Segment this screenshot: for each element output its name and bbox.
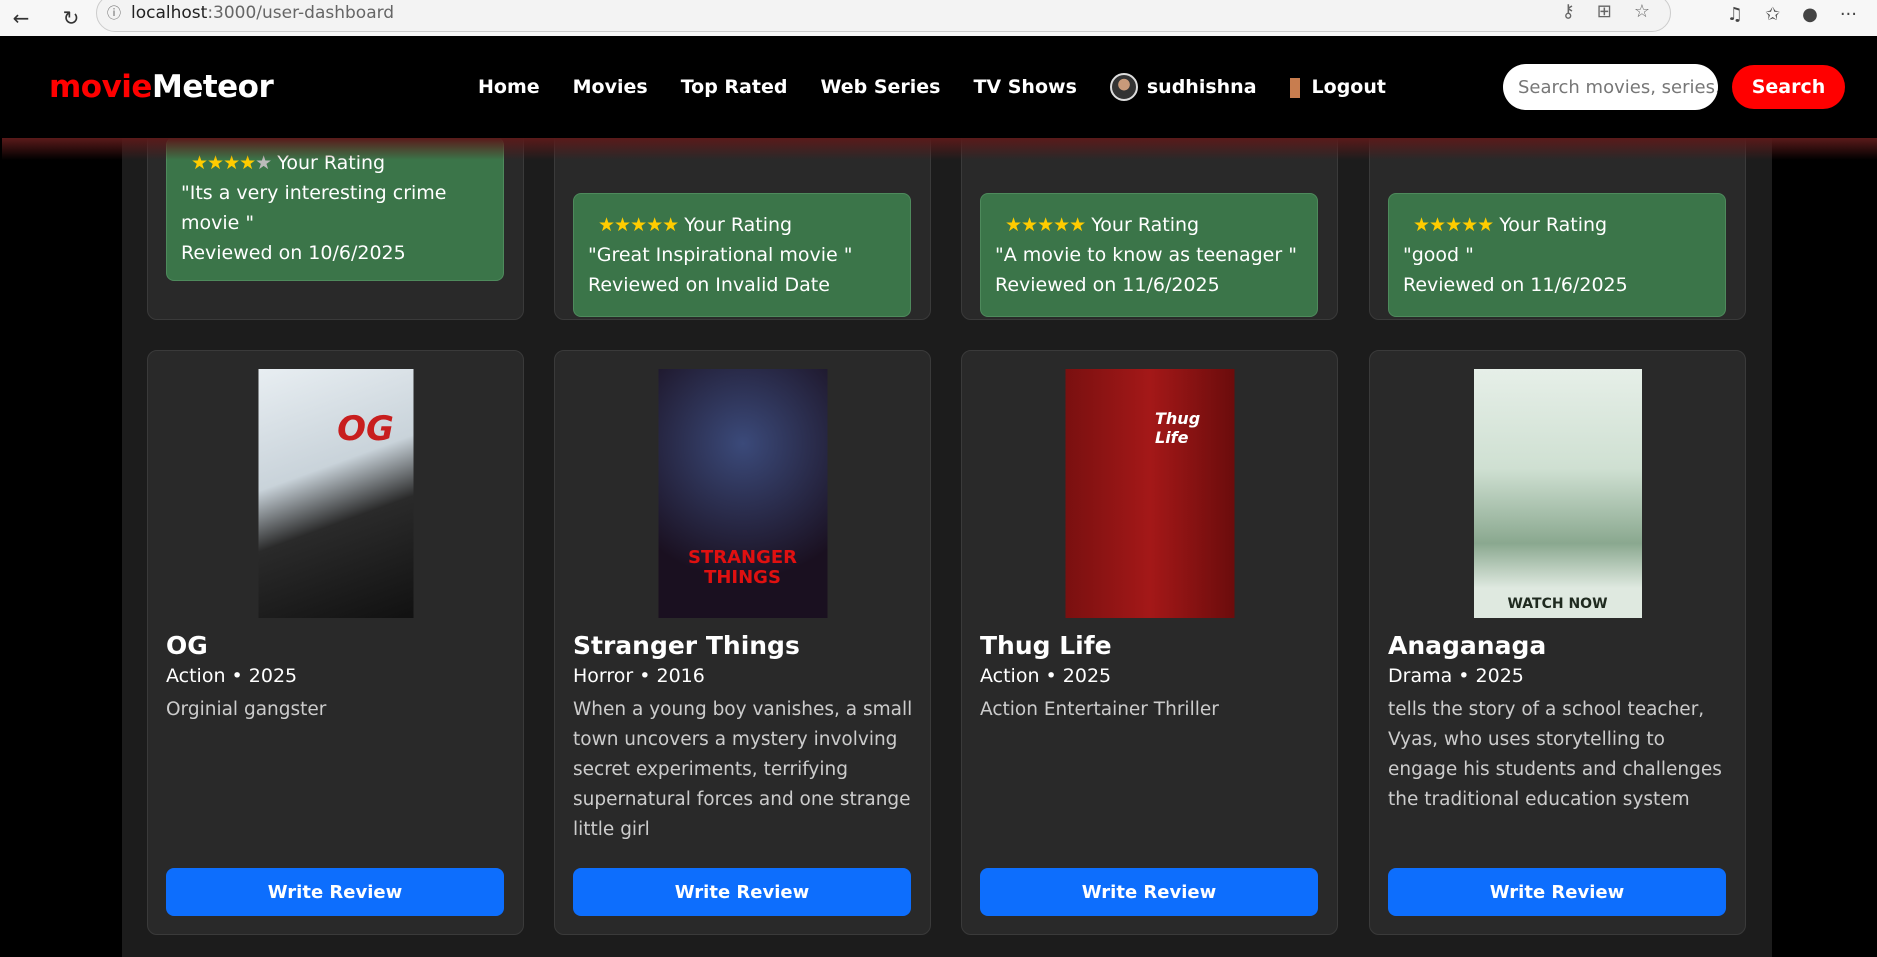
poster-title: Thug Life	[1155, 409, 1201, 447]
movie-meta: Horror • 2016	[573, 665, 705, 687]
media-icon[interactable]: ♫	[1727, 4, 1743, 25]
review-date: Reviewed on 10/6/2025	[181, 242, 406, 264]
search-input[interactable]	[1503, 64, 1718, 110]
nav-top-rated[interactable]: Top Rated	[681, 76, 788, 98]
favorite-star-icon[interactable]: ☆	[1634, 1, 1650, 22]
movie-meta: Action • 2025	[166, 665, 298, 687]
review-date: Reviewed on 11/6/2025	[995, 274, 1220, 296]
apps-icon[interactable]: ⊞	[1597, 1, 1612, 22]
logout-label: Logout	[1311, 76, 1386, 98]
rating-label: Your Rating	[1499, 214, 1608, 236]
back-icon[interactable]: ←	[6, 6, 36, 30]
app: movieMeteor Home Movies Top Rated Web Se…	[2, 36, 1877, 957]
rating-stars: ★★★★★	[1413, 214, 1494, 236]
review-date: Reviewed on Invalid Date	[588, 274, 830, 296]
avatar	[1109, 73, 1138, 101]
reload-icon[interactable]: ↻	[56, 6, 86, 30]
poster-title: STRANGER THINGS	[687, 547, 798, 588]
favorites-icon[interactable]: ✩	[1765, 4, 1780, 25]
movie-title: Stranger Things	[573, 631, 800, 660]
write-review-button[interactable]: Write Review	[573, 868, 911, 916]
poster-title: OG	[337, 409, 394, 449]
review-box: ★★★★★ Your Rating "A movie to know as te…	[980, 193, 1318, 317]
nav-glow	[2, 138, 1877, 160]
address-bar[interactable]: ⓘ localhost:3000/user-dashboard ⚷ ⊞ ☆	[96, 0, 1671, 32]
logo[interactable]: movieMeteor	[49, 69, 274, 105]
movie-title: Anaganaga	[1388, 631, 1547, 660]
poster-title: WATCH NOW	[1507, 596, 1608, 612]
movie-card: STRANGER THINGS Stranger Things Horror •…	[554, 350, 931, 935]
movie-card: WATCH NOW Anaganaga Drama • 2025 tells t…	[1369, 350, 1746, 935]
movie-poster[interactable]: OG	[258, 369, 413, 618]
movie-poster[interactable]: Thug Life	[1065, 369, 1234, 618]
door-icon	[1289, 77, 1300, 98]
nav-tv-shows[interactable]: TV Shows	[973, 76, 1076, 98]
url-path: :3000/user-dashboard	[207, 3, 395, 23]
movie-poster[interactable]: STRANGER THINGS	[658, 369, 827, 618]
nav-movies[interactable]: Movies	[573, 76, 648, 98]
movie-meta: Drama • 2025	[1388, 665, 1524, 687]
review-text: "good "	[1403, 244, 1474, 266]
logout-link[interactable]: Logout	[1289, 76, 1386, 98]
movie-description: When a young boy vanishes, a small town …	[573, 699, 913, 840]
movie-meta: Action • 2025	[980, 665, 1112, 687]
movie-description: Orginial gangster	[166, 699, 327, 720]
user-profile[interactable]: sudhishna	[1109, 73, 1257, 101]
movie-card: OG OG Action • 2025 Orginial gangster Wr…	[147, 350, 524, 935]
review-box: ★★★★★ Your Rating "good " Reviewed on 11…	[1388, 193, 1726, 317]
rating-label: Your Rating	[684, 214, 793, 236]
url-host: localhost	[131, 3, 208, 23]
write-review-button[interactable]: Write Review	[166, 868, 504, 916]
movie-title: OG	[166, 631, 208, 660]
write-review-button[interactable]: Write Review	[1388, 868, 1726, 916]
nav-web-series[interactable]: Web Series	[820, 76, 940, 98]
navbar: movieMeteor Home Movies Top Rated Web Se…	[2, 36, 1877, 138]
write-review-button[interactable]: Write Review	[980, 868, 1318, 916]
review-box: ★★★★★ Your Rating "Great Inspirational m…	[573, 193, 911, 317]
movie-poster[interactable]: WATCH NOW	[1473, 369, 1642, 618]
review-text: "A movie to know as teenager "	[995, 244, 1297, 266]
browser-toolbar: ← ↻ ⓘ localhost:3000/user-dashboard ⚷ ⊞ ☆ …	[0, 0, 1877, 36]
movie-description: Action Entertainer Thriller	[980, 699, 1219, 720]
rating-stars: ★★★★★	[598, 214, 679, 236]
movie-card: Thug Life Thug Life Action • 2025 Action…	[961, 350, 1338, 935]
logo-part: movie	[49, 69, 152, 105]
logo-part: Meteor	[151, 69, 274, 105]
review-date: Reviewed on 11/6/2025	[1403, 274, 1628, 296]
rating-stars: ★★★★★	[1005, 214, 1086, 236]
info-icon[interactable]: ⓘ	[107, 3, 121, 23]
profile-icon[interactable]: ●	[1802, 4, 1818, 25]
movie-description: tells the story of a school teacher, Vya…	[1388, 699, 1722, 810]
review-text: "Its a very interesting crime movie "	[181, 182, 447, 234]
more-icon[interactable]: ···	[1840, 4, 1857, 25]
nav-home[interactable]: Home	[478, 76, 540, 98]
username: sudhishna	[1146, 76, 1257, 98]
movie-title: Thug Life	[980, 631, 1112, 660]
search-button[interactable]: Search	[1732, 65, 1845, 109]
key-icon[interactable]: ⚷	[1562, 1, 1575, 22]
rating-label: Your Rating	[1091, 214, 1200, 236]
review-text: "Great Inspirational movie "	[588, 244, 853, 266]
